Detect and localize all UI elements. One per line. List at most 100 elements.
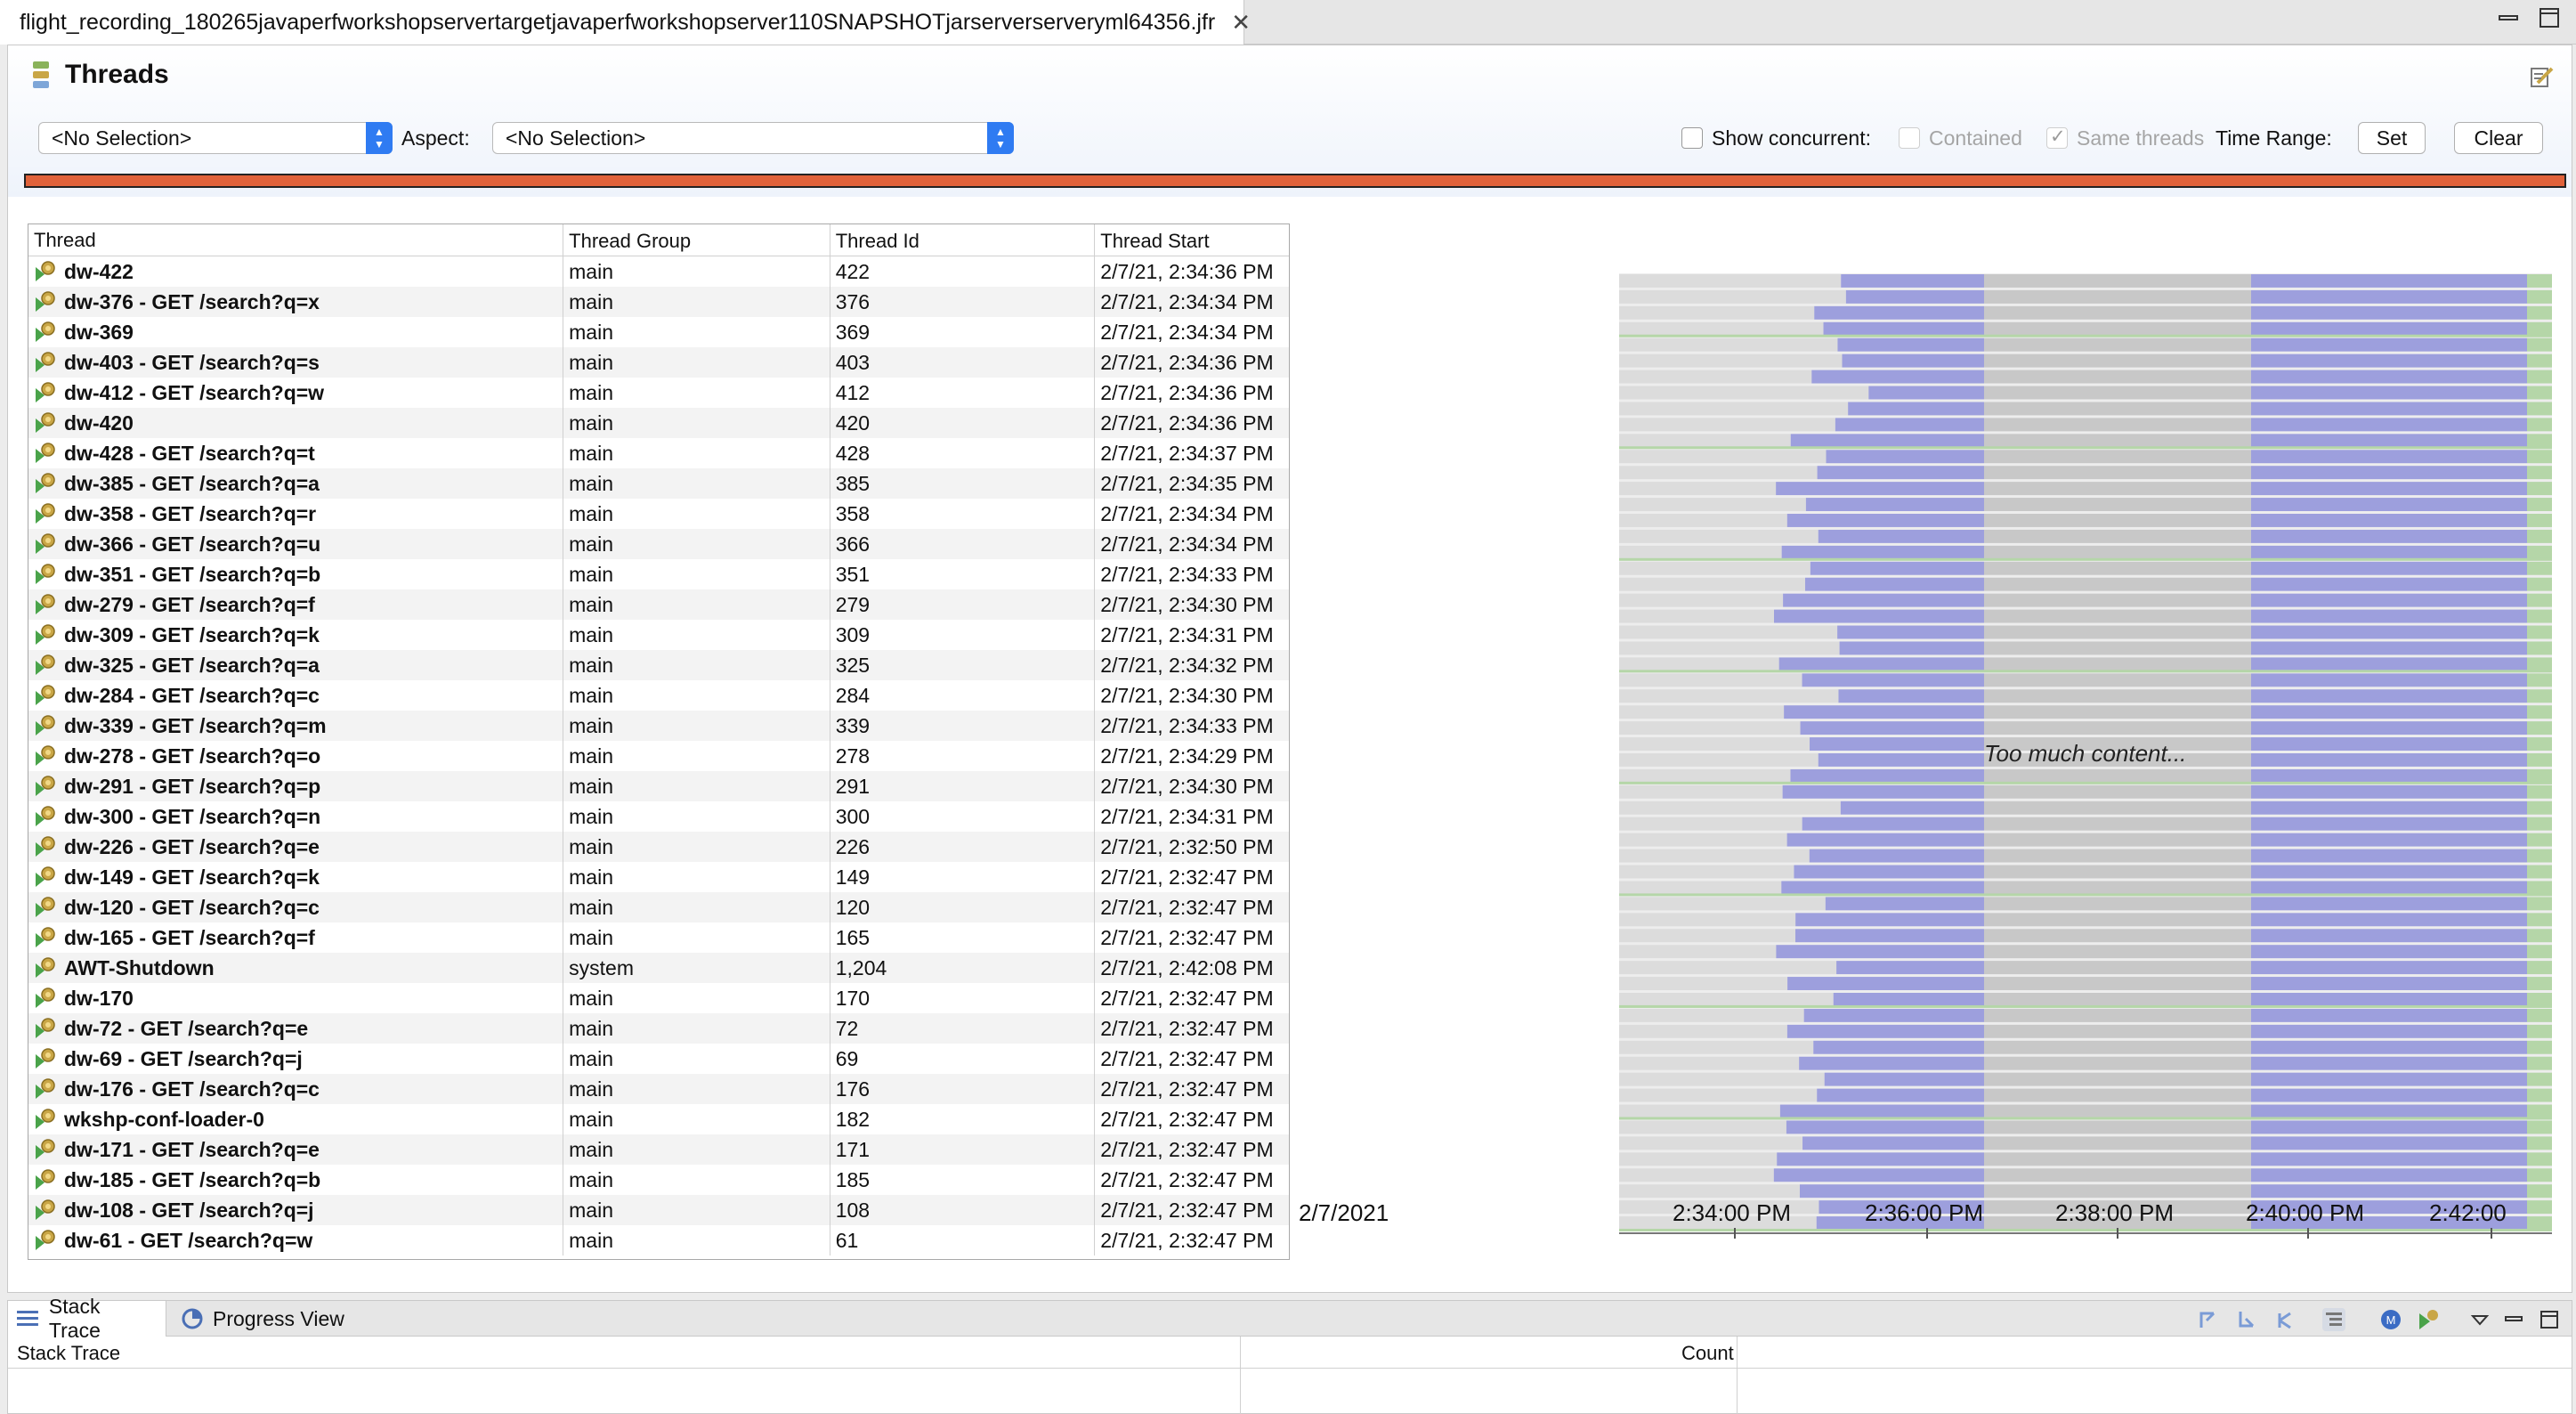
table-row[interactable]: dw-149 - GET /search?q=k main 149 2/7/21, 2… [28,862,1289,892]
thread-lane-running [1790,434,1984,448]
thread-lane-idle [1619,289,1846,304]
table-row[interactable]: dw-108 - GET /search?q=j main 108 2/7/21, 2… [28,1195,1289,1225]
table-row[interactable]: dw-226 - GET /search?q=e main 226 2/7/21, 2… [28,832,1289,862]
table-row[interactable]: dw-385 - GET /search?q=a main 385 2/7/21, 2… [28,468,1289,499]
thread-group-cell: main [563,650,830,680]
tab-stack-trace[interactable]: Stack Trace [8,1295,166,1342]
thread-name: dw-165 - GET /search?q=f [64,926,315,949]
table-row[interactable]: dw-309 - GET /search?q=k main 309 2/7/21, 2… [28,620,1289,650]
thread-id-cell: 284 [830,680,1096,711]
table-row[interactable]: wkshp-conf-loader-0 main 182 2/7/21, 2:32:4… [28,1104,1289,1134]
column-header-thread-start[interactable]: Thread Start [1095,224,1289,256]
table-row[interactable]: dw-61 - GET /search?q=w main 61 2/7/21, 2:3… [28,1225,1289,1256]
column-header-count[interactable]: Count [1681,1342,1734,1365]
thread-lane-idle [1984,1120,2251,1134]
table-row[interactable]: dw-366 - GET /search?q=u main 366 2/7/21, 2… [28,529,1289,559]
table-row[interactable]: dw-351 - GET /search?q=b main 351 2/7/21, 2… [28,559,1289,589]
thread-lane-running [1823,321,1984,336]
thread-lane-running [2251,1184,2527,1199]
thread-lane-idle [1619,1040,1814,1054]
column-header-thread-group[interactable]: Thread Group [563,224,830,256]
thread-lane-end [2527,450,2552,464]
thread-lane-idle [1984,354,2251,368]
table-row[interactable]: dw-339 - GET /search?q=m main 339 2/7/21, 2… [28,711,1289,741]
table-row[interactable]: dw-176 - GET /search?q=c main 176 2/7/21, 2… [28,1074,1289,1104]
table-row[interactable]: dw-412 - GET /search?q=w main 412 2/7/21, 2… [28,378,1289,408]
column-header-thread-id[interactable]: Thread Id [830,224,1096,256]
group-from-root-icon[interactable] [2196,1308,2219,1331]
table-row[interactable]: dw-170 main 170 2/7/21, 2:32:47 PM [28,983,1289,1013]
maximize-panel-icon[interactable] [2538,1308,2561,1331]
set-button[interactable]: Set [2358,122,2426,154]
maximize-icon[interactable] [2537,5,2562,30]
thread-lane-idle [1984,913,2251,927]
thread-lane-running [2251,913,2527,927]
editor-tab[interactable]: flight_recording_180265javaperfworkshops… [0,0,1251,45]
thread-name: dw-339 - GET /search?q=m [64,714,327,737]
thread-name: dw-358 - GET /search?q=r [64,502,317,525]
view-menu-icon[interactable] [2468,1308,2491,1331]
distinguish-frames-icon[interactable] [2274,1308,2297,1331]
thread-lane-running [1803,1008,1984,1022]
time-range-bar[interactable] [24,174,2566,188]
thread-lane-idle [1984,498,2251,511]
table-row[interactable]: dw-120 - GET /search?q=c main 120 2/7/21, 2… [28,892,1289,922]
table-row[interactable]: dw-185 - GET /search?q=b main 185 2/7/21, 2… [28,1165,1289,1195]
table-row[interactable]: dw-300 - GET /search?q=n main 300 2/7/21, 2… [28,801,1289,832]
selection-combo[interactable]: <No Selection> ▲ ▼ [38,122,393,154]
table-row[interactable]: dw-358 - GET /search?q=r main 358 2/7/21, 2… [28,499,1289,529]
thread-play-icon[interactable] [2417,1308,2440,1331]
thread-lane-idle [1619,865,1794,879]
clear-button[interactable]: Clear [2454,122,2543,154]
column-header-thread[interactable]: Thread [28,224,564,256]
close-tab-icon[interactable]: ✕ [1231,9,1251,37]
same-threads-checkbox[interactable] [2046,126,2068,149]
table-row[interactable]: dw-279 - GET /search?q=f main 279 2/7/21, 2… [28,589,1289,620]
table-row[interactable]: dw-325 - GET /search?q=a main 325 2/7/21, 2… [28,650,1289,680]
table-row[interactable]: dw-291 - GET /search?q=p main 291 2/7/21, 2… [28,771,1289,801]
table-row[interactable]: dw-369 main 369 2/7/21, 2:34:34 PM [28,317,1289,347]
table-row[interactable]: dw-428 - GET /search?q=t main 428 2/7/21, 2… [28,438,1289,468]
aspect-combo[interactable]: <No Selection> ▲ ▼ [492,122,1014,154]
thread-lane-end [2527,833,2552,847]
contained-checkbox[interactable] [1899,127,1920,149]
table-row[interactable]: AWT-Shutdown system 1,204 2/7/21, 2:42:08 P… [28,953,1289,983]
thread-lane-running [2251,593,2527,607]
thread-lane-end [2527,657,2552,671]
thread-cell: dw-170 [28,983,564,1013]
column-header-stack-trace[interactable]: Stack Trace [17,1342,120,1365]
tree-layout-icon[interactable] [2322,1308,2345,1331]
table-row[interactable]: dw-72 - GET /search?q=e main 72 2/7/21, 2:3… [28,1013,1289,1044]
thread-lane-end [2527,1072,2552,1086]
threads-table[interactable]: Thread Thread Group Thread Id Thread Sta… [28,223,1290,1260]
thread-lane-running [2251,337,2527,352]
thread-cell: dw-185 - GET /search?q=b [28,1165,564,1195]
thread-start-cell: 2/7/21, 2:32:47 PM [1100,1199,1274,1222]
table-row[interactable]: dw-422 main 422 2/7/21, 2:34:36 PM [28,256,1289,287]
method-icon[interactable]: M [2379,1308,2402,1331]
thread-id-cell: 358 [830,499,1096,529]
thread-group-cell: main [563,1165,830,1195]
table-row[interactable]: dw-171 - GET /search?q=e main 171 2/7/21, 2… [28,1134,1289,1165]
minimize-icon[interactable] [2496,5,2521,30]
thread-group-cell: main [563,287,830,317]
minimize-panel-icon[interactable] [2502,1308,2525,1331]
thread-lane-end [2527,337,2552,352]
thread-cell: dw-403 - GET /search?q=s [28,347,564,378]
table-row[interactable]: dw-69 - GET /search?q=j main 69 2/7/21, 2:3… [28,1044,1289,1074]
thread-lane-end [2527,354,2552,368]
table-row[interactable]: dw-376 - GET /search?q=x main 376 2/7/21, 2… [28,287,1289,317]
table-row[interactable]: dw-403 - GET /search?q=s main 403 2/7/21, 2… [28,347,1289,378]
tab-progress-view[interactable]: Progress View [172,1301,359,1337]
show-concurrent-checkbox[interactable] [1681,127,1703,149]
table-row[interactable]: dw-165 - GET /search?q=f main 165 2/7/21, 2… [28,922,1289,953]
thread-lane-running [2251,737,2527,751]
thread-group-cell: main [563,347,830,378]
edit-page-icon[interactable] [2529,63,2556,90]
thread-lane-idle [1619,545,1782,559]
group-from-last-icon[interactable] [2235,1308,2258,1331]
table-row[interactable]: dw-278 - GET /search?q=o main 278 2/7/21, 2… [28,741,1289,771]
table-row[interactable]: dw-284 - GET /search?q=c main 284 2/7/21, 2… [28,680,1289,711]
table-row[interactable]: dw-420 main 420 2/7/21, 2:34:36 PM [28,408,1289,438]
thread-lane-running [2251,753,2527,767]
